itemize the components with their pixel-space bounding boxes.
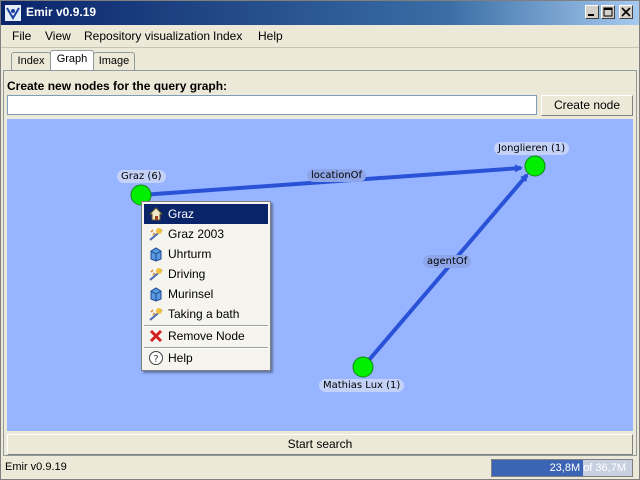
node-label-mathias-lux: Mathias Lux (1) [319,379,405,392]
status-text: Emir v0.9.19 [5,461,67,473]
menu-index[interactable]: Index [213,29,242,43]
context-menu-item-taking-a-bath[interactable]: Taking a bath [144,304,268,324]
context-menu-item-graz[interactable]: Graz [144,204,268,224]
graph-canvas[interactable]: Graz (6) Jonglieren (1) Mathias Lux (1) … [7,119,633,431]
context-menu-remove-node[interactable]: Remove Node [144,326,268,346]
menu-file[interactable]: File [12,29,31,43]
context-menu-item-graz-2003[interactable]: Graz 2003 [144,224,268,244]
close-button[interactable] [619,5,633,19]
query-section-label: Create new nodes for the query graph: [7,79,228,93]
tab-image[interactable]: Image [93,52,135,70]
maximize-button[interactable] [601,5,615,19]
title-bar[interactable]: Emir v0.9.19 [1,1,639,25]
tab-graph[interactable]: Graph [50,50,94,71]
close-icon [621,7,631,17]
event-icon [148,266,164,282]
edge-label-locationof: locationOf [307,169,367,182]
node-jonglieren[interactable] [524,155,546,177]
menu-bar: File View Repository visualization Index… [1,25,639,48]
context-menu-help[interactable]: ? Help [144,348,268,368]
memory-indicator[interactable]: 23,8M of 36,7M [491,459,633,477]
object-icon [148,246,164,262]
node-label-jonglieren: Jonglieren (1) [494,142,570,155]
node-mathias-lux[interactable] [352,356,374,378]
menu-repository-visualization[interactable]: Repository visualization [84,29,210,43]
context-menu-item-driving[interactable]: Driving [144,264,268,284]
minimize-icon [588,14,594,16]
event-icon [148,306,164,322]
start-search-button[interactable]: Start search [7,434,633,455]
help-icon: ? [148,350,164,366]
window-title: Emir v0.9.19 [26,5,97,19]
object-icon [148,286,164,302]
menu-view[interactable]: View [45,29,71,43]
svg-text:?: ? [153,354,158,365]
tab-index[interactable]: Index [11,52,51,70]
maximize-icon [603,7,613,17]
node-label-graz: Graz (6) [117,170,166,183]
node-context-menu: Graz Graz 2003 Uhrturm Driving Murinsel [141,201,271,371]
memory-text: 23,8M of 36,7M [549,462,626,474]
event-icon [148,226,164,242]
minimize-button[interactable] [585,5,599,19]
app-logo-icon [5,5,21,21]
create-node-button[interactable]: Create node [541,95,633,116]
node-name-input[interactable] [7,95,537,115]
delete-x-icon [148,328,164,344]
home-icon [148,206,164,222]
context-menu-item-uhrturm[interactable]: Uhrturm [144,244,268,264]
status-bar: Emir v0.9.19 23,8M of 36,7M [1,457,639,479]
edge-agentof[interactable] [361,173,529,369]
app-window: Emir v0.9.19 File View Repository visual… [0,0,640,480]
context-menu-item-murinsel[interactable]: Murinsel [144,284,268,304]
menu-help[interactable]: Help [258,29,283,43]
edge-label-agentof: agentOf [423,255,472,268]
